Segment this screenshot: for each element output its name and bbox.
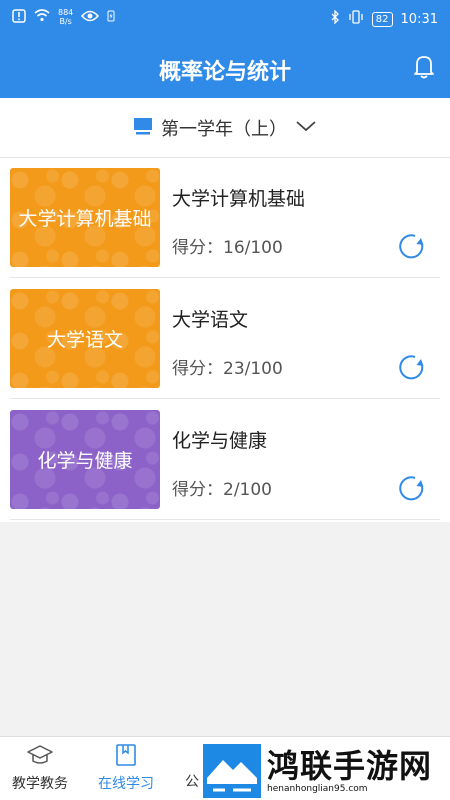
classroom-icon (133, 116, 153, 140)
watermark-text: 鸿联手游网 henanhonglian95.com (267, 748, 432, 794)
course-thumbnail[interactable]: 大学语文 (10, 289, 160, 388)
status-time: 10:31 (400, 11, 438, 27)
course-thumbnail-label: 大学计算机基础 (18, 208, 152, 230)
course-name: 大学计算机基础 (172, 188, 306, 210)
graduation-cap-icon (27, 745, 53, 764)
net-speed: 884 B/s (58, 8, 73, 26)
refresh-icon[interactable] (396, 472, 428, 504)
watermark-logo (203, 743, 261, 798)
course-list: 大学计算机基础 大学计算机基础 得分：16/100 大学语文 大学语文 得分：2… (0, 158, 450, 522)
course-item[interactable]: 化学与健康 化学与健康 得分：2/100 (10, 400, 440, 520)
vibrate-icon (348, 10, 364, 28)
net-speed-value: 884 (58, 8, 74, 17)
semester-selector[interactable]: 第一学年（上） (0, 98, 450, 158)
course-score: 得分：23/100 (172, 359, 283, 379)
wifi-icon (34, 9, 50, 25)
course-score: 得分：2/100 (172, 480, 272, 500)
refresh-icon[interactable] (396, 351, 428, 383)
battery-indicator: 82 (371, 11, 393, 27)
book-icon (116, 744, 136, 766)
course-score: 得分：16/100 (172, 238, 283, 258)
course-thumbnail[interactable]: 大学计算机基础 (10, 168, 160, 267)
semester-label: 第一学年（上） (161, 118, 287, 140)
bell-icon[interactable] (410, 52, 438, 80)
course-name: 大学语文 (172, 309, 249, 331)
course-item[interactable]: 大学语文 大学语文 得分：23/100 (10, 279, 440, 399)
tab-online-learning[interactable]: 在线学习 (86, 737, 166, 800)
course-thumbnail-label: 化学与健康 (37, 450, 133, 472)
course-item[interactable]: 大学计算机基础 大学计算机基础 得分：16/100 (10, 158, 440, 278)
tab-label: 在线学习 (98, 776, 154, 792)
eye-icon (81, 10, 100, 25)
net-speed-unit: B/s (59, 17, 72, 26)
status-left: 884 B/s (12, 8, 115, 26)
course-thumbnail-label: 大学语文 (46, 329, 123, 351)
tab-teaching-affairs[interactable]: 教学教务 (0, 737, 80, 800)
refresh-icon[interactable] (396, 230, 428, 262)
course-thumbnail[interactable]: 化学与健康 (10, 410, 160, 509)
watermark-title: 鸿联手游网 (267, 746, 433, 785)
watermark-url: henanhonglian95.com (267, 783, 368, 794)
chevron-down-icon (295, 118, 317, 137)
watermark: 鸿联手游网 henanhonglian95.com (203, 741, 450, 800)
battery-saver-icon (107, 10, 115, 25)
status-bar: 884 B/s 82 10:31 (0, 0, 450, 38)
app-header: 概率论与统计 (0, 38, 450, 98)
page-title: 概率论与统计 (158, 60, 291, 85)
course-name: 化学与健康 (172, 430, 268, 452)
status-right: 82 10:31 (330, 9, 438, 28)
alert-icon (12, 8, 26, 26)
tab-label: 教学教务 (12, 776, 68, 792)
bluetooth-icon (330, 9, 340, 28)
